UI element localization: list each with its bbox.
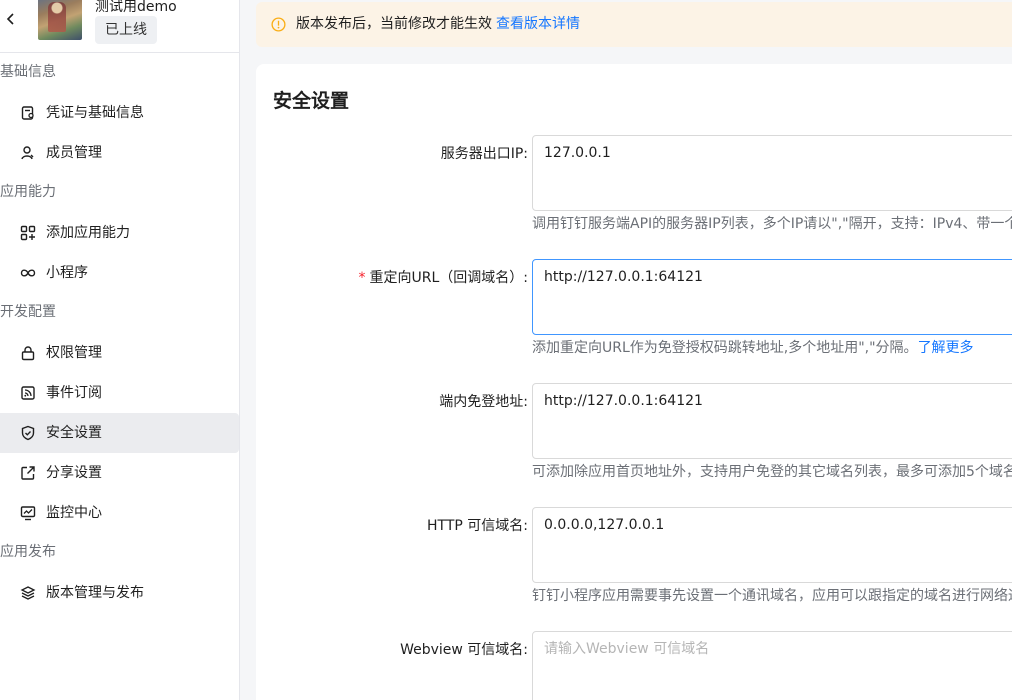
view-version-link[interactable]: 查看版本详情 [496, 16, 580, 32]
sidebar-item-security[interactable]: 安全设置 [0, 413, 239, 453]
app-root: 测试用demo 已上线 基础信息 凭证与基础信息 成员管理 应用能力 添加应用能… [0, 0, 1012, 700]
sidebar-item-miniprogram[interactable]: 小程序 [0, 253, 239, 293]
sidebar-item-label: 权限管理 [46, 345, 102, 361]
sidebar-item-add-capability[interactable]: 添加应用能力 [0, 213, 239, 253]
nav-group-title: 开发配置 [0, 304, 56, 320]
sidebar-item-credentials[interactable]: 凭证与基础信息 [0, 93, 239, 133]
sidebar-nav: 基础信息 凭证与基础信息 成员管理 应用能力 添加应用能力 小程序 开发配置 权… [0, 53, 239, 613]
status-badge: 已上线 [95, 16, 157, 44]
field-help: 可添加除应用首页地址外，支持用户免登的其它域名列表，最多可添加5个域名 [532, 464, 1012, 480]
learn-more-link[interactable]: 了解更多 [918, 340, 974, 356]
field-label: 端内免登地址: [439, 391, 528, 411]
notice-banner: 版本发布后，当前修改才能生效 查看版本详情 [256, 2, 1012, 47]
field-label: Webview 可信域名: [400, 639, 528, 659]
nav-group-title: 应用发布 [0, 544, 56, 560]
http-domain-input[interactable]: 0.0.0.0,127.0.0.1 [532, 507, 1012, 583]
sidebar-item-permissions[interactable]: 权限管理 [0, 333, 239, 373]
field-label: HTTP 可信域名: [427, 515, 528, 535]
apps-add-icon [20, 225, 36, 241]
sidebar-item-versions[interactable]: 版本管理与发布 [0, 573, 239, 613]
chevron-left-icon[interactable] [4, 12, 18, 26]
sidebar-item-label: 小程序 [46, 265, 88, 281]
notice-text: 版本发布后，当前修改才能生效 [296, 16, 492, 32]
field-label-text: 重定向URL（回调域名）: [369, 270, 529, 286]
sidebar-item-label: 监控中心 [46, 505, 102, 521]
field-help: 添加重定向URL作为免登授权码跳转地址,多个地址用","分隔。了解更多 [532, 337, 974, 357]
sidebar-item-label: 版本管理与发布 [46, 585, 144, 601]
layers-icon [20, 586, 36, 600]
share-icon [21, 466, 35, 480]
field-label: 服务器出口IP: [441, 143, 528, 163]
sidebar-item-share[interactable]: 分享设置 [0, 453, 239, 493]
webview-domain-input[interactable] [532, 631, 1012, 700]
sidebar-item-label: 凭证与基础信息 [46, 105, 144, 121]
redirect-url-input[interactable]: http://127.0.0.1:64121 [532, 259, 1012, 335]
user-icon [21, 146, 34, 160]
sidebar-item-label: 安全设置 [46, 425, 102, 441]
security-settings-card: 安全设置 服务器出口IP: 127.0.0.1 调用钉钉服务端API的服务器IP… [256, 64, 1012, 700]
shield-icon [21, 425, 35, 441]
nav-group-title: 基础信息 [0, 64, 56, 80]
inapp-login-input[interactable]: http://127.0.0.1:64121 [532, 383, 1012, 459]
sidebar-item-label: 分享设置 [46, 465, 102, 481]
document-key-icon [21, 106, 34, 120]
nav-group-title: 应用能力 [0, 184, 56, 200]
lock-icon [21, 346, 35, 361]
field-label-text: 服务器出口IP: [440, 146, 528, 162]
sidebar-item-label: 成员管理 [46, 145, 102, 161]
sidebar-item-members[interactable]: 成员管理 [0, 133, 239, 173]
server-ip-input[interactable]: 127.0.0.1 [532, 135, 1012, 211]
sidebar-item-label: 事件订阅 [46, 385, 102, 401]
field-label-text: Webview 可信域名: [400, 642, 528, 658]
main-content: 版本发布后，当前修改才能生效 查看版本详情 安全设置 服务器出口IP: 127.0… [240, 0, 1012, 700]
app-name: 测试用demo [95, 0, 177, 15]
field-help: 钉钉小程序应用需要事先设置一个通讯域名，应用可以跟指定的域名进行网络通 [532, 588, 1012, 604]
sidebar: 测试用demo 已上线 基础信息 凭证与基础信息 成员管理 应用能力 添加应用能… [0, 0, 240, 700]
field-label: * 重定向URL（回调域名）: [359, 267, 529, 287]
field-label-text: HTTP 可信域名: [427, 518, 528, 534]
app-avatar [38, 0, 82, 40]
sidebar-item-monitor[interactable]: 监控中心 [0, 493, 239, 533]
sidebar-item-events[interactable]: 事件订阅 [0, 373, 239, 413]
required-mark: * [358, 270, 366, 286]
monitor-icon [20, 506, 36, 521]
field-label-text: 端内免登地址: [439, 394, 528, 410]
field-help-text: 添加重定向URL作为免登授权码跳转地址,多个地址用","分隔。 [532, 340, 918, 356]
field-help: 调用钉钉服务端API的服务器IP列表，多个IP请以","隔开，支持：IPv4、带… [532, 216, 1012, 232]
sidebar-item-label: 添加应用能力 [46, 225, 130, 241]
rss-icon [21, 386, 35, 400]
page-title: 安全设置 [273, 90, 350, 112]
app-header: 测试用demo 已上线 [0, 0, 239, 53]
warning-icon [271, 17, 286, 32]
infinity-icon [20, 269, 36, 277]
